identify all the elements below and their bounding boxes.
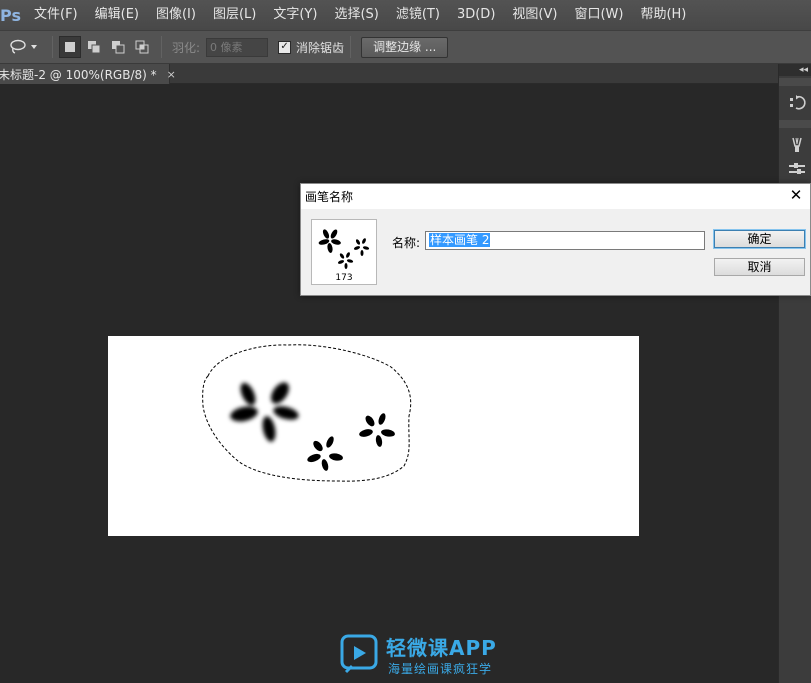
separator: [161, 36, 162, 58]
watermark-title: 轻微课APP: [386, 636, 497, 660]
feather-label: 羽化:: [172, 40, 201, 55]
new-selection-button[interactable]: [59, 36, 81, 58]
antialias-checkbox[interactable]: ✓: [278, 40, 292, 54]
menu-view[interactable]: 视图(V): [504, 0, 566, 30]
watermark-logo-icon: [340, 634, 378, 674]
menu-layer[interactable]: 图层(L): [205, 0, 265, 30]
caret-down-icon: [31, 45, 37, 49]
dialog-titlebar[interactable]: 画笔名称 ✕: [301, 184, 810, 209]
lasso-icon: [10, 39, 26, 54]
cancel-button[interactable]: 取消: [714, 258, 805, 276]
brush-size-label: 173: [335, 273, 353, 283]
brush-thumbnail: [318, 229, 370, 269]
tool-preset-picker[interactable]: [0, 34, 46, 60]
close-icon[interactable]: ✕: [788, 187, 804, 203]
brush-presets-icon: [789, 163, 805, 174]
app-logo: Ps: [0, 5, 21, 25]
add-selection-icon: [88, 41, 101, 54]
document-tab-title: 未标题-2 @ 100%(RGB/8) *: [0, 67, 157, 82]
subtract-from-selection-button[interactable]: [107, 36, 129, 58]
menu-file[interactable]: 文件(F): [26, 0, 87, 30]
document-tab[interactable]: 未标题-2 @ 100%(RGB/8) * ×: [0, 64, 176, 84]
name-label: 名称:: [392, 236, 421, 250]
document-tab-bar: 未标题-2 @ 100%(RGB/8) * ×: [0, 64, 778, 84]
thumb-flower-small-2: [353, 238, 370, 256]
panel-header: [779, 78, 811, 86]
small-flower-shape-2: [359, 413, 395, 447]
menu-select[interactable]: 选择(S): [326, 0, 387, 30]
thumb-flower-small-1: [337, 252, 354, 269]
watermark-subtitle: 海量绘画课疯狂学: [388, 662, 493, 676]
menu-bar: Ps 文件(F) 编辑(E) 图像(I) 图层(L) 文字(Y) 选择(S) 滤…: [0, 0, 811, 30]
photoshop-window: Ps 文件(F) 编辑(E) 图像(I) 图层(L) 文字(Y) 选择(S) 滤…: [0, 0, 811, 683]
dialog-title: 画笔名称: [305, 190, 354, 204]
brush-name-dialog: 画笔名称 ✕ 173 名称: 样本画笔 2 确定 取消: [300, 183, 811, 296]
checkmark-icon: ✓: [280, 41, 289, 52]
menu-type[interactable]: 文字(Y): [265, 0, 326, 30]
intersect-selection-icon: [135, 40, 149, 54]
brush-panel-button[interactable]: [785, 134, 809, 156]
close-icon[interactable]: ×: [167, 68, 176, 81]
refine-edge-button[interactable]: 调整边缘 ...: [361, 36, 449, 58]
brush-icon: [792, 137, 802, 152]
menu-3d[interactable]: 3D(D): [449, 0, 504, 30]
menu-help[interactable]: 帮助(H): [632, 0, 695, 30]
antialias-label: 消除锯齿: [296, 40, 345, 55]
thumb-flower-large: [318, 229, 341, 253]
panel-dock: ◂◂: [778, 64, 811, 683]
panel-header: [779, 120, 811, 128]
separator: [350, 36, 352, 58]
menu-edit[interactable]: 编辑(E): [87, 0, 148, 30]
small-flower-shape-1: [307, 436, 343, 471]
intersect-selection-button[interactable]: [131, 36, 153, 58]
canvas-artwork: [202, 344, 412, 482]
brush-name-input[interactable]: 样本画笔 2: [425, 231, 705, 250]
history-panel-button[interactable]: [785, 92, 809, 114]
watermark: 轻微课APP 海量绘画课疯狂学: [338, 632, 508, 680]
history-icon: [790, 95, 806, 110]
add-to-selection-button[interactable]: [83, 36, 105, 58]
separator: [52, 36, 53, 58]
document-canvas[interactable]: [108, 336, 639, 536]
menu-image[interactable]: 图像(I): [148, 0, 205, 30]
large-flower-shape: [230, 382, 299, 442]
menu-filter[interactable]: 滤镜(T): [388, 0, 449, 30]
new-selection-icon: [65, 42, 75, 52]
feather-input[interactable]: 0 像素: [206, 37, 269, 57]
subtract-selection-icon: [112, 41, 125, 54]
brush-preview: 173: [311, 219, 377, 285]
menu-window[interactable]: 窗口(W): [566, 0, 632, 30]
ok-button[interactable]: 确定: [713, 229, 806, 249]
collapse-panels-button[interactable]: ◂◂: [779, 64, 811, 76]
brush-name-value: 样本画笔 2: [429, 233, 491, 247]
brush-presets-panel-button[interactable]: [785, 158, 809, 180]
options-bar: 羽化: 0 像素 ✓ 消除锯齿 调整边缘 ...: [0, 30, 811, 64]
